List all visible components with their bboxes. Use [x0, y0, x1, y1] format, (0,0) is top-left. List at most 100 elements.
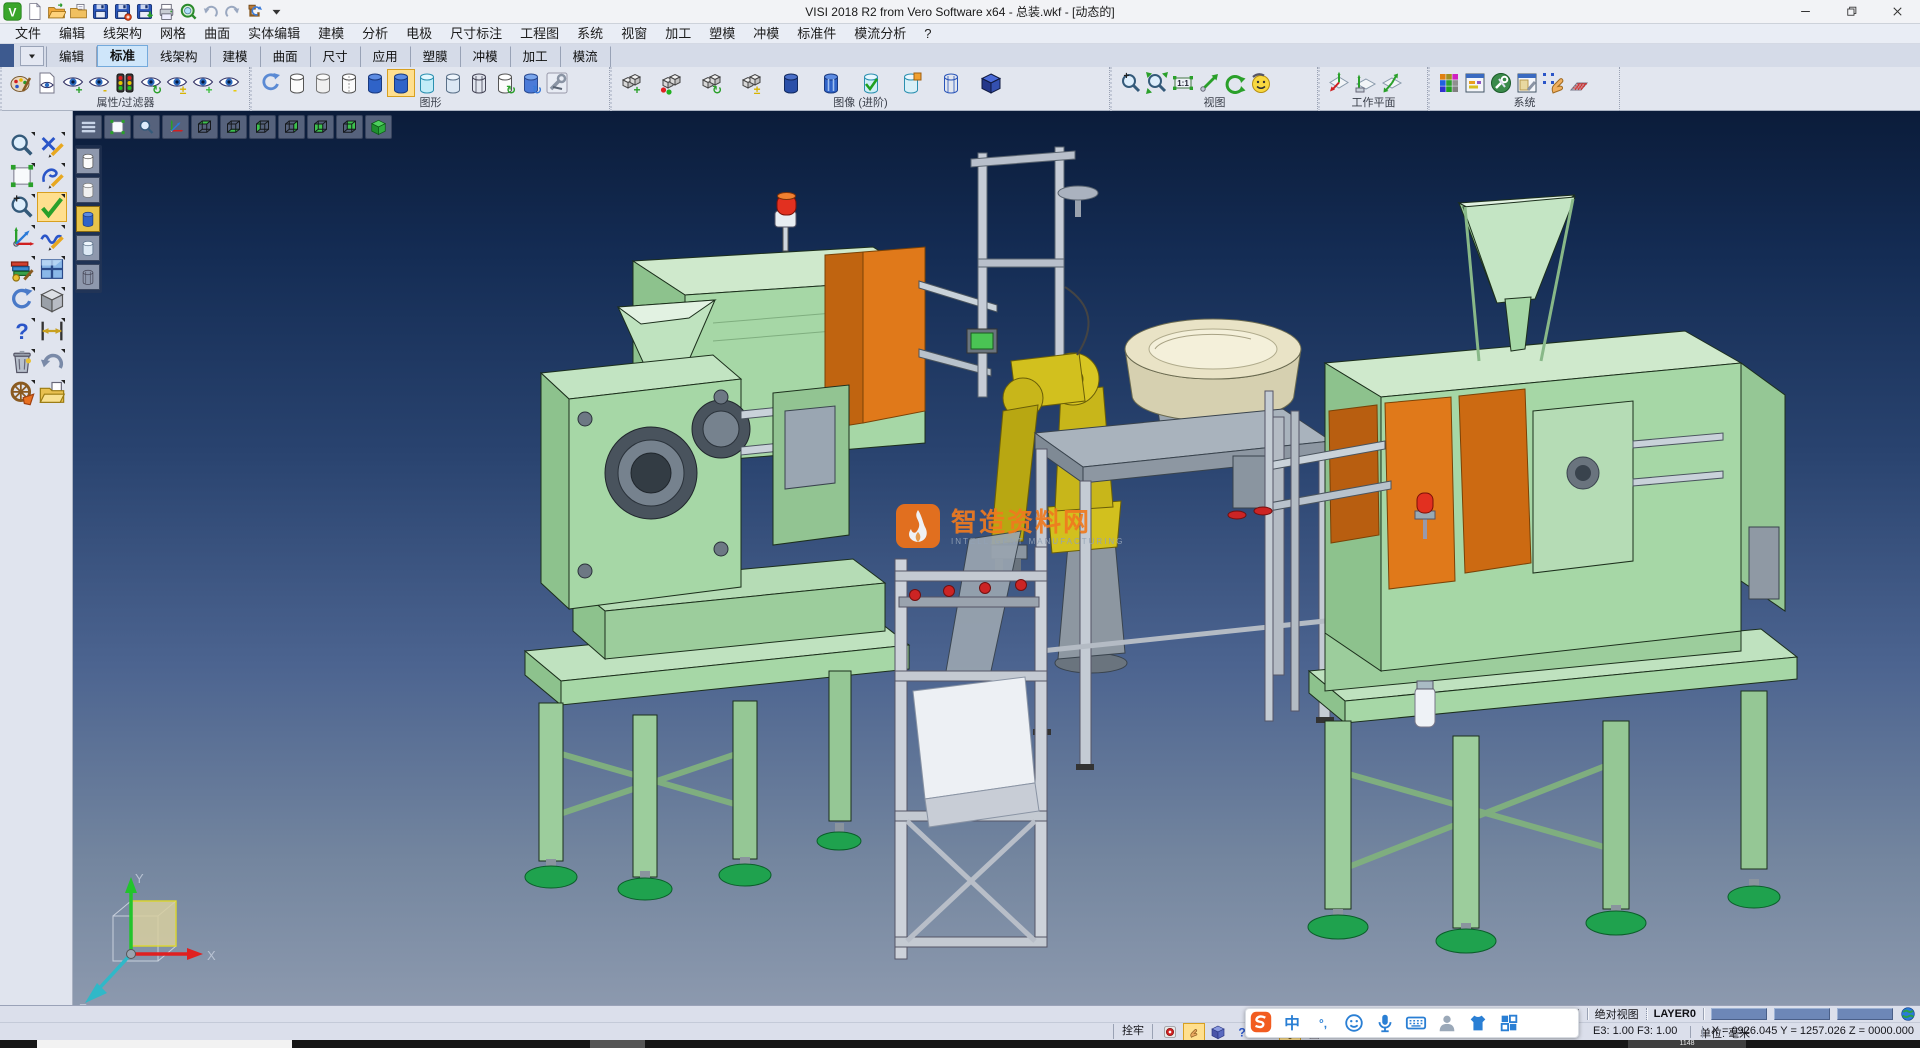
adv-striped-view-icon[interactable]: [818, 70, 844, 96]
shaded-mode-icon[interactable]: [362, 70, 388, 96]
tab-8[interactable]: 冲模: [461, 46, 511, 67]
tab-9[interactable]: 加工: [511, 46, 561, 67]
adv-validate-icon[interactable]: [858, 70, 884, 96]
filter-traffic-icon[interactable]: [112, 70, 138, 96]
zoom-1-1-icon[interactable]: 1:1: [1170, 70, 1196, 96]
lock-button[interactable]: 拴牢: [1113, 1024, 1153, 1039]
tab-6[interactable]: 应用: [361, 46, 411, 67]
menu-item-16[interactable]: 标准件: [788, 24, 845, 44]
view-left-icon[interactable]: [249, 115, 276, 139]
ime-account-icon[interactable]: [1436, 1012, 1458, 1034]
view-axes-icon[interactable]: [162, 115, 189, 139]
save-icon[interactable]: [91, 2, 110, 21]
pan-view-icon[interactable]: [1196, 70, 1222, 96]
menu-item-18[interactable]: ?: [915, 24, 940, 44]
measure-icon[interactable]: [38, 317, 66, 345]
visibility-remove-icon[interactable]: -: [216, 70, 242, 96]
system-settings-icon[interactable]: [1488, 70, 1514, 96]
hidden-line-mode-icon[interactable]: [310, 70, 336, 96]
session-refresh-icon[interactable]: [245, 2, 264, 21]
adv-refresh-entities-icon[interactable]: ↻: [698, 70, 724, 96]
strip-mesh-icon[interactable]: [76, 264, 100, 290]
adv-wire-view-icon[interactable]: [938, 70, 964, 96]
status-slot-1[interactable]: [1711, 1008, 1767, 1020]
view-face-icon[interactable]: [1248, 70, 1274, 96]
redraw-icon[interactable]: [258, 70, 284, 96]
menu-item-3[interactable]: 网格: [151, 24, 195, 44]
menu-item-6[interactable]: 建模: [309, 24, 353, 44]
dashed-hidden-mode-icon[interactable]: [336, 70, 362, 96]
tab-7[interactable]: 塑膜: [411, 46, 461, 67]
tab-1[interactable]: 标准: [97, 45, 148, 67]
menu-item-7[interactable]: 分析: [353, 24, 397, 44]
view-front-icon[interactable]: [307, 115, 334, 139]
workplane-rotate-icon[interactable]: [1378, 70, 1404, 96]
view-zoom-icon[interactable]: [133, 115, 160, 139]
sketch-curve-icon[interactable]: [38, 162, 66, 190]
attributes-palette-icon[interactable]: [8, 70, 34, 96]
zoom-window-icon[interactable]: [8, 162, 36, 190]
minimize-button[interactable]: [1782, 0, 1828, 23]
strip-wireframe-icon[interactable]: [76, 148, 100, 174]
display-settings-icon[interactable]: [1462, 70, 1488, 96]
graphics-options-icon[interactable]: [544, 70, 570, 96]
filter-remove-icon[interactable]: -: [86, 70, 112, 96]
visibility-add-icon[interactable]: +: [190, 70, 216, 96]
view-menu-icon[interactable]: [75, 115, 102, 139]
tab-10[interactable]: 模流: [561, 46, 611, 67]
menu-item-5[interactable]: 实体编辑: [239, 24, 309, 44]
profile-settings-icon[interactable]: [1514, 70, 1540, 96]
sogou-logo[interactable]: [1250, 1011, 1272, 1033]
adv-solid-view-icon[interactable]: [778, 70, 804, 96]
transparent-mode-icon[interactable]: [414, 70, 440, 96]
menu-item-0[interactable]: 文件: [6, 24, 50, 44]
ime-toolbox-icon[interactable]: [1498, 1012, 1520, 1034]
zoom-all-icon[interactable]: [1144, 70, 1170, 96]
view-back-icon[interactable]: [336, 115, 363, 139]
layer-indicator[interactable]: LAYER0: [1654, 1008, 1696, 1020]
view-bottom-icon[interactable]: [220, 115, 247, 139]
tab-5[interactable]: 尺寸: [311, 46, 361, 67]
preview-icon[interactable]: [179, 2, 198, 21]
shaded-edges-mode-icon[interactable]: [388, 70, 414, 96]
zoom-dynamic-icon[interactable]: [8, 131, 36, 159]
view-iso-icon[interactable]: [365, 115, 392, 139]
ref-book-icon[interactable]: [1160, 1024, 1180, 1040]
panel-handle[interactable]: [0, 44, 14, 67]
menu-item-14[interactable]: 塑模: [700, 24, 744, 44]
ime-emoji-icon[interactable]: [1343, 1012, 1365, 1034]
navigate-icon[interactable]: [8, 379, 36, 407]
close-button[interactable]: [1874, 0, 1920, 23]
menu-item-2[interactable]: 线架构: [94, 24, 151, 44]
redraw-all-icon[interactable]: [8, 286, 36, 314]
menu-item-8[interactable]: 电极: [397, 24, 441, 44]
solid-shade-icon[interactable]: [38, 286, 66, 314]
new-file-icon[interactable]: [25, 2, 44, 21]
maximize-button[interactable]: [1828, 0, 1874, 23]
regen-solid-icon[interactable]: ↻: [492, 70, 518, 96]
menu-item-12[interactable]: 视窗: [612, 24, 656, 44]
adv-plusminus-entities-icon[interactable]: ±: [738, 70, 764, 96]
sketch-modify-icon[interactable]: [38, 224, 66, 252]
select-hand-icon[interactable]: [1184, 1024, 1204, 1040]
view-indicator[interactable]: 绝对视图: [1595, 1006, 1639, 1022]
menu-item-10[interactable]: 工程图: [511, 24, 568, 44]
status-slot-3[interactable]: [1837, 1008, 1893, 1020]
grid-settings-icon[interactable]: [1566, 70, 1592, 96]
mesh-mode-icon[interactable]: [466, 70, 492, 96]
adv-filter-entities-icon[interactable]: [658, 70, 684, 96]
window-tile-icon[interactable]: [38, 255, 66, 283]
strip-transparent-icon[interactable]: [76, 235, 100, 261]
taskbar-segment-2[interactable]: [590, 1040, 645, 1048]
tab-overflow-button[interactable]: [20, 46, 44, 66]
taskbar-app-segment[interactable]: [37, 1040, 292, 1048]
open-part-icon[interactable]: [69, 2, 88, 21]
zoom-in-icon[interactable]: +: [1118, 70, 1144, 96]
menu-item-4[interactable]: 曲面: [195, 24, 239, 44]
ime-lang-icon[interactable]: 中: [1281, 1012, 1303, 1034]
redo-icon[interactable]: [223, 2, 242, 21]
wireframe-mode-icon[interactable]: [284, 70, 310, 96]
adv-shaded-cube-icon[interactable]: [978, 70, 1004, 96]
tab-3[interactable]: 建模: [211, 46, 261, 67]
view-fit-icon[interactable]: [104, 115, 131, 139]
